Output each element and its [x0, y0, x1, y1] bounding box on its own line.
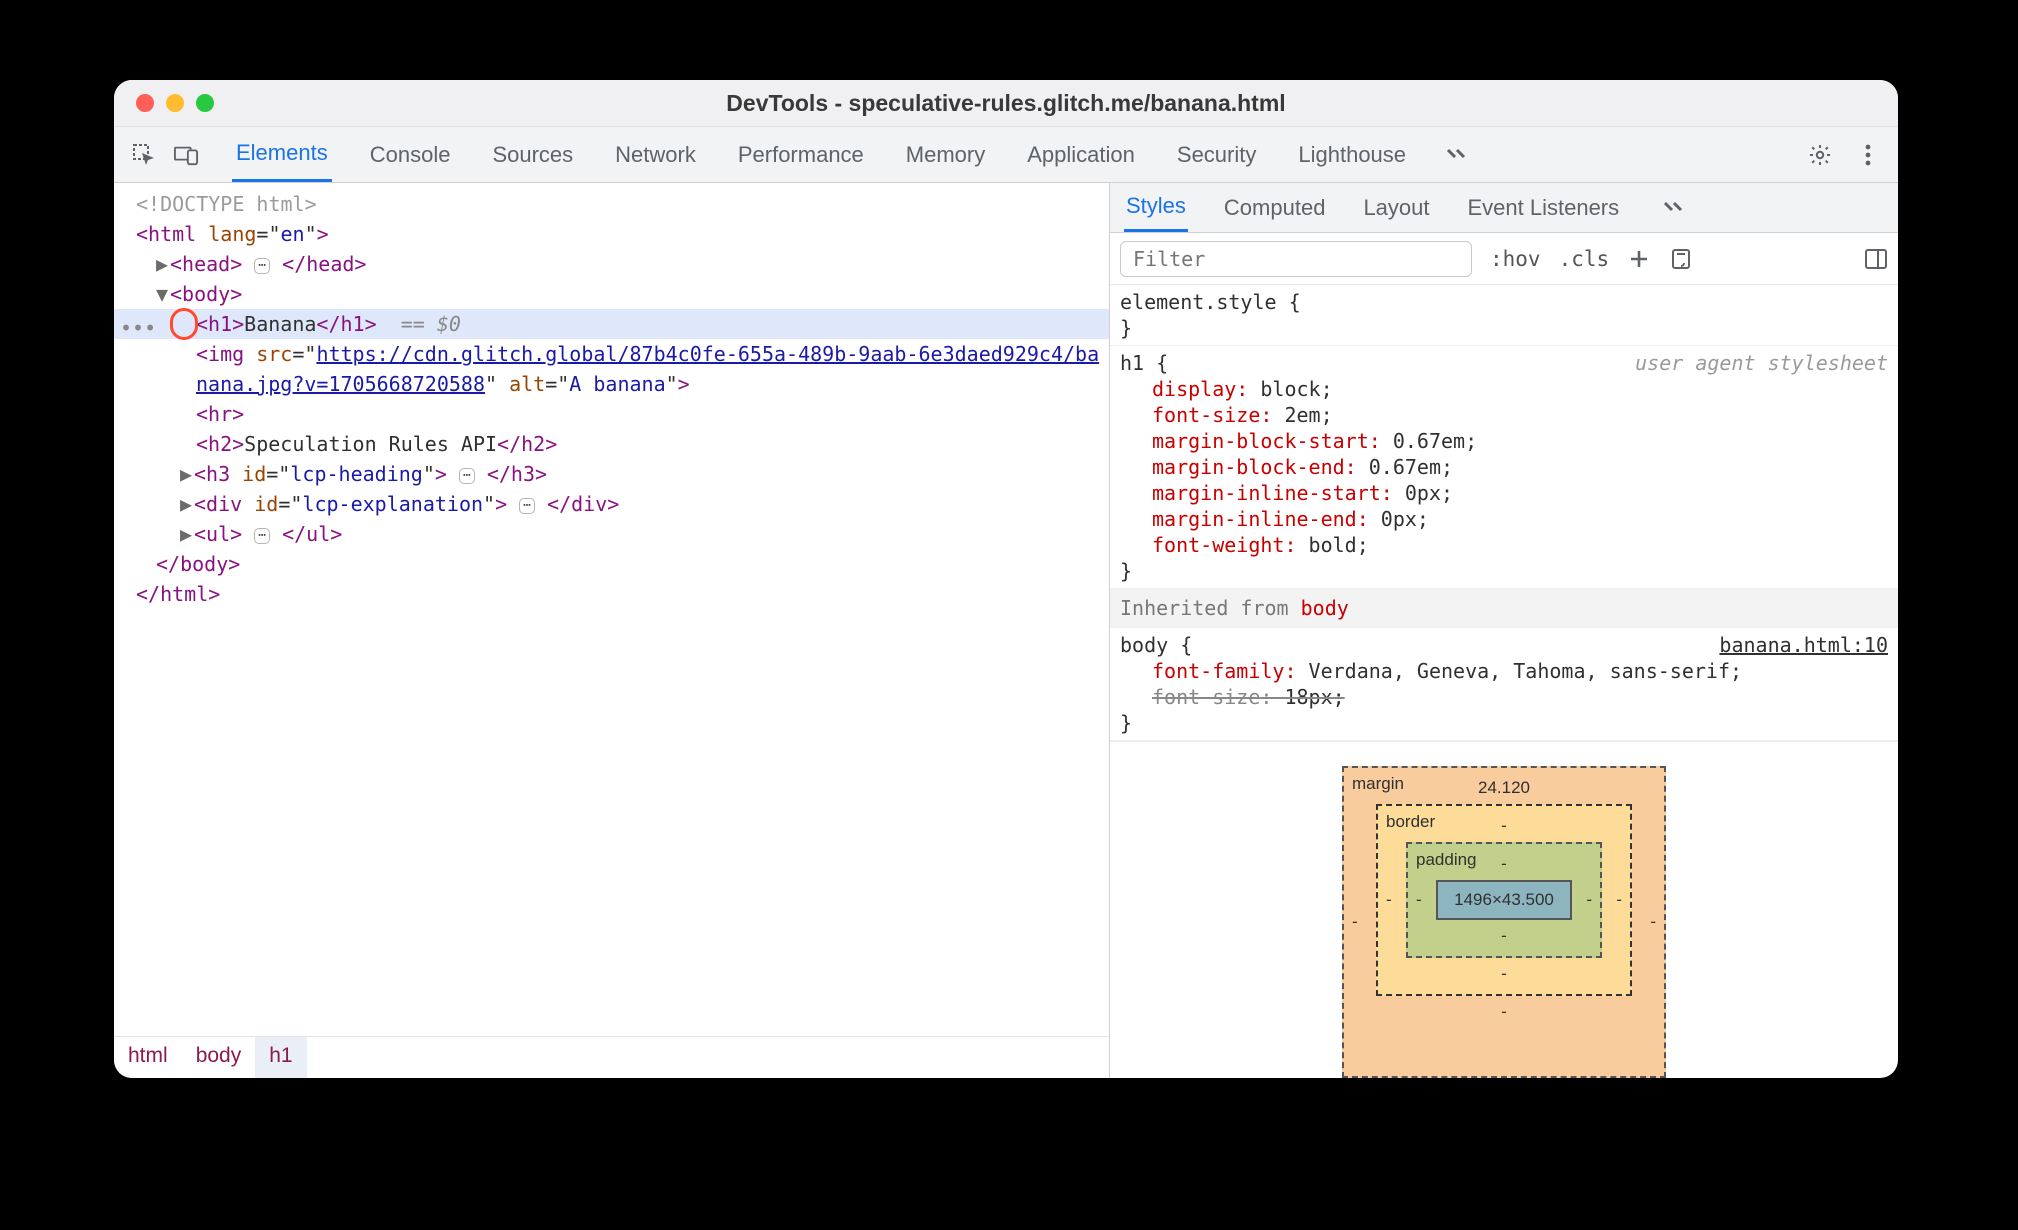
dom-node[interactable]: </body>: [114, 549, 1109, 579]
bm-content: 1496×43.500: [1436, 880, 1572, 920]
device-toolbar-icon[interactable]: [174, 143, 198, 167]
box-model[interactable]: margin 24.120 - - border - - - padding -: [1110, 741, 1898, 1078]
settings-icon[interactable]: [1808, 143, 1832, 167]
bm-margin-bottom: -: [1376, 1002, 1632, 1022]
tab-network[interactable]: Network: [611, 129, 700, 181]
crumb-h1[interactable]: h1: [255, 1037, 306, 1078]
tab-console[interactable]: Console: [366, 129, 455, 181]
crumb-html[interactable]: html: [114, 1037, 182, 1078]
tab-lighthouse[interactable]: Lighthouse: [1294, 129, 1410, 181]
bm-padding-bottom: -: [1436, 926, 1572, 946]
tab-application[interactable]: Application: [1023, 129, 1139, 181]
computed-styles-icon[interactable]: [1669, 247, 1693, 271]
dom-node[interactable]: </html>: [114, 579, 1109, 609]
minimize-window-button[interactable]: [166, 94, 184, 112]
row-actions-icon[interactable]: •••: [120, 313, 156, 343]
bm-margin-label: margin: [1352, 774, 1404, 794]
more-tabs-icon[interactable]: [1661, 196, 1685, 220]
styles-panel: Styles Computed Layout Event Listeners :…: [1110, 183, 1898, 1078]
styles-toolbar: :hov .cls: [1110, 233, 1898, 285]
more-tabs-icon[interactable]: [1444, 143, 1468, 167]
styles-rules: element.style { } user agent stylesheet …: [1110, 285, 1898, 741]
rule-h1[interactable]: user agent stylesheet h1 { display: bloc…: [1110, 346, 1898, 589]
tab-event-listeners[interactable]: Event Listeners: [1466, 185, 1622, 231]
dom-node[interactable]: ▶<ul> ⋯ </ul>: [114, 519, 1109, 549]
bm-margin-top: 24.120: [1376, 778, 1632, 798]
toggle-cls-button[interactable]: .cls: [1559, 247, 1610, 271]
window-title: DevTools - speculative-rules.glitch.me/b…: [114, 90, 1898, 117]
tab-sources[interactable]: Sources: [488, 129, 577, 181]
source-link[interactable]: banana.html:10: [1719, 632, 1888, 658]
rule-element-style[interactable]: element.style { }: [1110, 285, 1898, 346]
close-window-button[interactable]: [136, 94, 154, 112]
crumb-body[interactable]: body: [182, 1037, 256, 1078]
dom-node[interactable]: ▶<div id="lcp-explanation"> ⋯ </div>: [114, 489, 1109, 519]
elements-panel: ••• <!DOCTYPE html> <html lang="en"> ▶<h…: [114, 183, 1110, 1078]
bm-padding-left: -: [1416, 890, 1422, 910]
zoom-window-button[interactable]: [196, 94, 214, 112]
tab-memory[interactable]: Memory: [902, 129, 989, 181]
dom-tree[interactable]: ••• <!DOCTYPE html> <html lang="en"> ▶<h…: [114, 183, 1109, 1036]
breadcrumb: html body h1: [114, 1036, 1109, 1078]
bm-border-top: -: [1406, 816, 1602, 836]
bm-padding-right: -: [1586, 890, 1592, 910]
tab-performance[interactable]: Performance: [734, 129, 868, 181]
dom-node[interactable]: nana.jpg?v=1705668720588" alt="A banana"…: [114, 369, 1109, 399]
inspect-element-icon[interactable]: [132, 143, 156, 167]
inherited-header: Inherited from body: [1110, 589, 1898, 628]
tab-layout[interactable]: Layout: [1361, 185, 1431, 231]
bm-border-right: -: [1616, 890, 1622, 910]
new-style-rule-icon[interactable]: [1627, 247, 1651, 271]
toggle-sidebar-icon[interactable]: [1864, 247, 1888, 271]
tab-computed[interactable]: Computed: [1222, 185, 1328, 231]
dom-node[interactable]: ▼<body>: [114, 279, 1109, 309]
bm-border-bottom: -: [1406, 964, 1602, 984]
devtools-window: DevTools - speculative-rules.glitch.me/b…: [114, 80, 1898, 1078]
dom-node[interactable]: <img src="https://cdn.glitch.global/87b4…: [114, 339, 1109, 369]
bm-margin-right: -: [1650, 912, 1656, 932]
bm-margin-left: -: [1352, 912, 1358, 932]
traffic-lights: [114, 94, 214, 112]
dom-node-selected[interactable]: <h1>Banana</h1> == $0: [114, 309, 1109, 339]
dom-node[interactable]: <!DOCTYPE html>: [114, 189, 1109, 219]
dom-node[interactable]: ▶<head> ⋯ </head>: [114, 249, 1109, 279]
dom-node[interactable]: ▶<h3 id="lcp-heading"> ⋯ </h3>: [114, 459, 1109, 489]
dom-node[interactable]: <html lang="en">: [114, 219, 1109, 249]
styles-filter-input[interactable]: [1120, 241, 1472, 277]
dom-node[interactable]: <h2>Speculation Rules API</h2>: [114, 429, 1109, 459]
styles-tabbar: Styles Computed Layout Event Listeners: [1110, 183, 1898, 233]
bm-border-label: border: [1386, 812, 1435, 832]
tab-security[interactable]: Security: [1173, 129, 1260, 181]
dom-node[interactable]: <hr>: [114, 399, 1109, 429]
bm-padding-label: padding: [1416, 850, 1477, 870]
tab-elements[interactable]: Elements: [232, 127, 332, 182]
kebab-menu-icon[interactable]: [1856, 143, 1880, 167]
tab-styles[interactable]: Styles: [1124, 183, 1188, 232]
titlebar: DevTools - speculative-rules.glitch.me/b…: [114, 80, 1898, 127]
rule-body[interactable]: banana.html:10 body { font-family: Verda…: [1110, 628, 1898, 741]
bm-border-left: -: [1386, 890, 1392, 910]
toggle-hov-button[interactable]: :hov: [1490, 247, 1541, 271]
main-tabbar: Elements Console Sources Network Perform…: [114, 127, 1898, 183]
ua-stylesheet-label: user agent stylesheet: [1635, 350, 1888, 376]
